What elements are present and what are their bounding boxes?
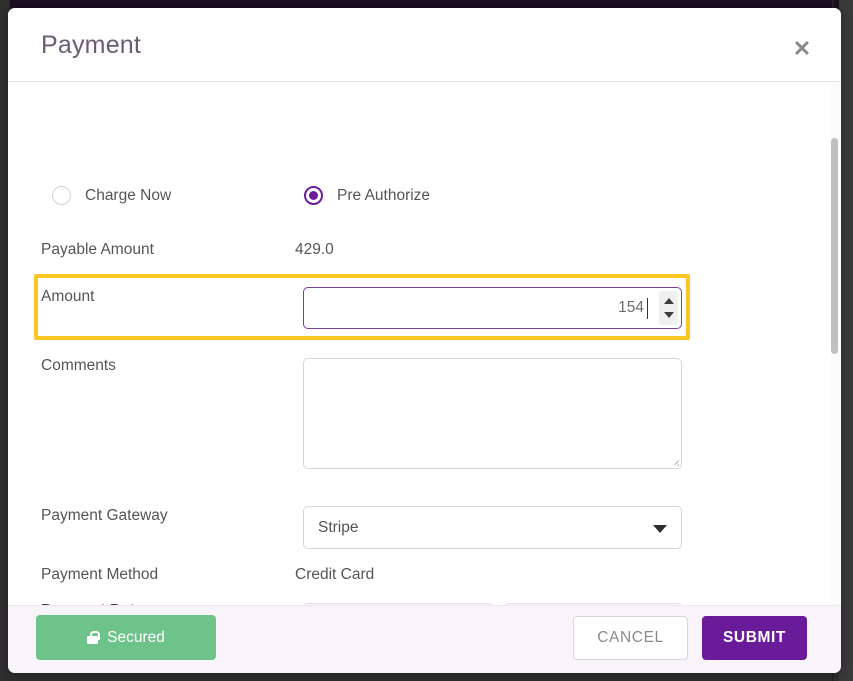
radio-charge-now-circle-icon <box>52 186 71 205</box>
amount-input[interactable]: 154 <box>303 287 682 329</box>
scrollbar-track[interactable] <box>831 82 840 605</box>
scrollbar-thumb[interactable] <box>831 138 838 354</box>
secured-button[interactable]: Secured <box>36 615 216 660</box>
radio-charge-now-label: Charge Now <box>85 186 172 204</box>
modal-footer: Secured CANCEL SUBMIT <box>8 605 841 673</box>
radio-pre-authorize[interactable]: Pre Authorize <box>304 186 430 205</box>
payable-amount-value: 429.0 <box>295 241 334 258</box>
payment-method-label: Payment Method <box>41 566 159 583</box>
comments-label: Comments <box>41 357 116 374</box>
charge-type-row: Charge Now Pre Authorize <box>8 186 841 214</box>
payment-gateway-select[interactable]: Stripe <box>303 506 682 549</box>
chevron-down-icon <box>653 525 667 533</box>
modal-header: Payment ✕ <box>8 8 841 82</box>
amount-input-value: 154 <box>618 299 644 316</box>
text-caret <box>647 298 648 319</box>
comments-textarea[interactable] <box>303 358 682 469</box>
secured-button-label: Secured <box>107 628 165 646</box>
modal-body: Charge Now Pre Authorize Payable Amount … <box>8 82 841 605</box>
payment-gateway-selected-value: Stripe <box>318 519 359 536</box>
amount-label: Amount <box>41 288 95 305</box>
cancel-button[interactable]: CANCEL <box>573 616 688 660</box>
payment-modal: Payment ✕ Charge Now Pre Authorize Payab… <box>8 8 841 673</box>
payment-gateway-label: Payment Gateway <box>41 507 168 524</box>
radio-pre-authorize-label: Pre Authorize <box>337 186 431 204</box>
stepper-down-icon[interactable] <box>664 312 674 318</box>
submit-button[interactable]: SUBMIT <box>702 616 807 660</box>
lock-icon <box>87 631 100 644</box>
radio-pre-authorize-circle-icon <box>304 186 323 205</box>
stepper-up-icon[interactable] <box>664 298 674 304</box>
close-icon[interactable]: ✕ <box>790 37 814 61</box>
amount-stepper[interactable] <box>659 291 678 325</box>
resize-handle-icon[interactable] <box>668 455 679 466</box>
page-background-right <box>839 0 853 681</box>
payment-method-value: Credit Card <box>295 566 375 583</box>
payable-amount-label: Payable Amount <box>41 241 154 258</box>
radio-charge-now[interactable]: Charge Now <box>52 186 171 205</box>
page-title: Payment <box>41 31 142 59</box>
